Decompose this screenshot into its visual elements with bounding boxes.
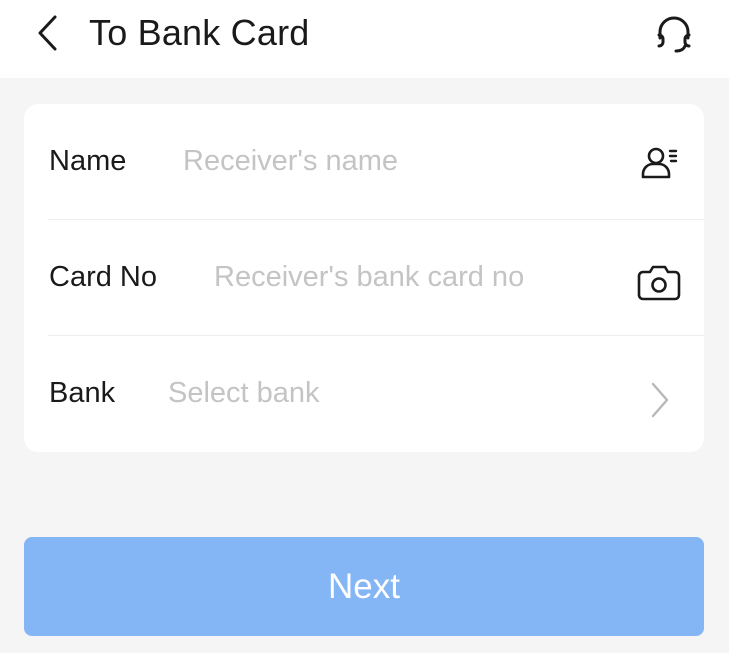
back-button[interactable] [28, 13, 68, 53]
card-number-label: Card No [49, 261, 157, 293]
page-title: To Bank Card [89, 12, 310, 53]
app-header: To Bank Card [0, 0, 729, 78]
bank-row[interactable]: Bank [24, 336, 704, 452]
contacts-icon [641, 147, 678, 179]
customer-support-button[interactable] [650, 10, 698, 58]
next-button[interactable]: Next [24, 537, 704, 636]
card-number-row: Card No [24, 220, 704, 336]
chevron-left-icon [38, 15, 57, 51]
scan-card-button[interactable] [635, 258, 683, 306]
card-number-input[interactable] [214, 259, 624, 295]
select-bank-field[interactable] [168, 375, 608, 411]
receiver-name-input[interactable] [183, 143, 623, 179]
transfer-form-card: Name Card No Bank [24, 104, 704, 452]
headset-icon [657, 16, 691, 53]
select-bank-arrow[interactable] [635, 376, 683, 424]
bank-label: Bank [49, 377, 116, 409]
name-label: Name [49, 145, 127, 177]
name-row: Name [24, 104, 704, 220]
camera-icon [637, 265, 681, 301]
chevron-right-icon [651, 382, 669, 418]
contacts-button[interactable] [635, 139, 683, 187]
